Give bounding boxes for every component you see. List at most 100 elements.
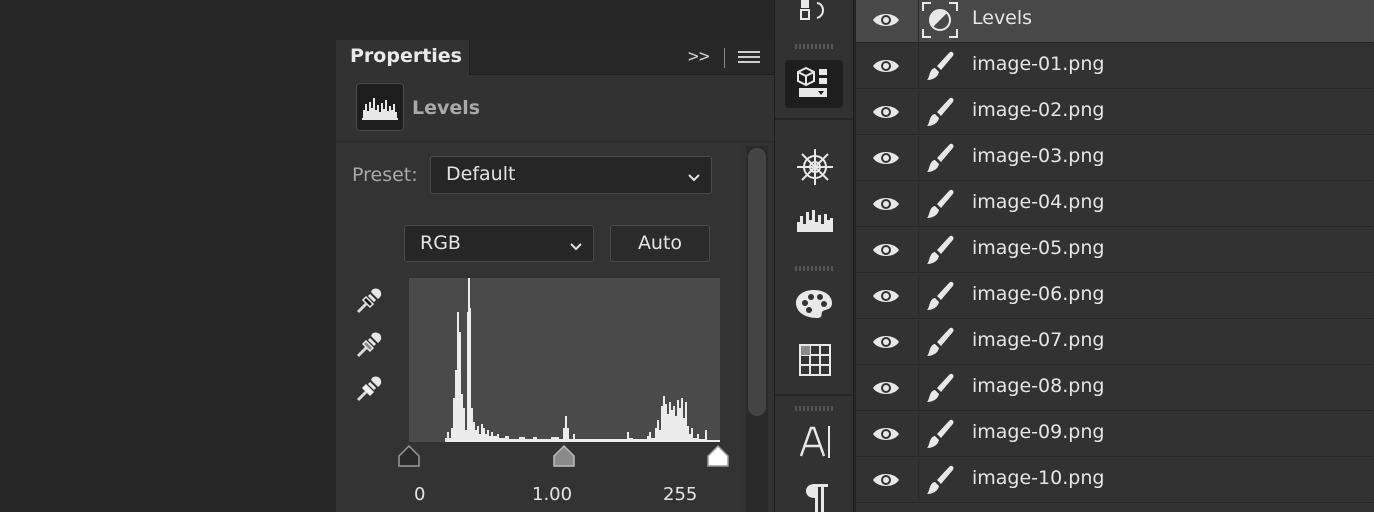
properties-header: Levels	[336, 75, 774, 142]
input-white-value[interactable]: 255	[663, 484, 697, 505]
histogram-icon[interactable]	[795, 206, 835, 238]
visibility-eye-icon[interactable]	[872, 10, 900, 34]
libraries-icon	[797, 66, 831, 106]
layer-name[interactable]: Levels	[972, 7, 1032, 29]
layer-column-divider	[918, 182, 919, 227]
layer-row[interactable]: image-09.png	[856, 412, 1374, 457]
strip-separator	[775, 118, 853, 120]
brush-layer-thumbnail-icon[interactable]	[922, 324, 958, 360]
scrollbar-thumb[interactable]	[748, 148, 766, 416]
properties-panel: Properties >> Levels Preset: Default RGB…	[336, 40, 774, 512]
layer-name[interactable]: image-10.png	[972, 467, 1104, 489]
visibility-eye-icon[interactable]	[872, 194, 900, 218]
libraries-tool-active[interactable]	[785, 60, 843, 108]
white-point-eyedropper-icon[interactable]	[354, 372, 386, 408]
layers-panel: Levels image-01.png image-02.png image-03.p…	[856, 0, 1374, 512]
tab-properties-label: Properties	[350, 45, 462, 67]
panel-menu-icon[interactable]	[738, 50, 760, 70]
layer-row[interactable]: image-07.png	[856, 320, 1374, 365]
layer-name[interactable]: image-01.png	[972, 53, 1104, 75]
brush-layer-thumbnail-icon[interactable]	[922, 416, 958, 452]
navigator-wheel-icon[interactable]	[796, 148, 834, 190]
visibility-eye-icon[interactable]	[872, 424, 900, 448]
histogram-graph	[445, 278, 720, 442]
layer-name[interactable]: image-03.png	[972, 145, 1104, 167]
white-point-slider[interactable]	[706, 444, 730, 472]
character-icon[interactable]	[799, 424, 833, 464]
properties-tab-bar: Properties >>	[336, 40, 774, 75]
visibility-eye-icon[interactable]	[872, 286, 900, 310]
panel-grip[interactable]	[795, 44, 835, 49]
layer-column-divider	[918, 320, 919, 365]
chevron-down-icon	[687, 167, 701, 189]
properties-scrollbar[interactable]	[746, 146, 768, 512]
chevron-down-icon	[569, 236, 583, 258]
visibility-eye-icon[interactable]	[872, 148, 900, 172]
paragraph-icon[interactable]	[805, 482, 829, 512]
preset-value: Default	[446, 163, 516, 185]
brush-layer-thumbnail-icon[interactable]	[922, 140, 958, 176]
auto-button[interactable]: Auto	[610, 225, 710, 262]
gamma-slider[interactable]	[552, 444, 576, 472]
layer-name[interactable]: image-08.png	[972, 375, 1104, 397]
channel-dropdown[interactable]: RGB	[404, 225, 594, 262]
visibility-eye-icon[interactable]	[872, 102, 900, 126]
layer-column-divider	[918, 44, 919, 89]
levels-adjustment-layer-icon[interactable]	[922, 2, 958, 38]
brush-layer-thumbnail-icon[interactable]	[922, 370, 958, 406]
channel-value: RGB	[420, 232, 461, 254]
panel-icon-strip	[774, 0, 854, 512]
photoshop-workspace: Properties >> Levels Preset: Default RGB…	[0, 0, 1374, 512]
layer-name[interactable]: image-09.png	[972, 421, 1104, 443]
layer-column-divider	[918, 90, 919, 135]
layer-row[interactable]: image-03.png	[856, 136, 1374, 181]
input-gamma-value[interactable]: 1.00	[532, 484, 572, 505]
gray-point-eyedropper-icon[interactable]	[354, 328, 386, 364]
layer-row[interactable]: image-08.png	[856, 366, 1374, 411]
panel-grip[interactable]	[795, 406, 835, 411]
adjustments-icon[interactable]	[799, 0, 831, 28]
strip-separator	[775, 394, 853, 396]
layer-name[interactable]: image-02.png	[972, 99, 1104, 121]
layer-name[interactable]: image-04.png	[972, 191, 1104, 213]
layer-row[interactable]: image-04.png	[856, 182, 1374, 227]
tab-properties[interactable]: Properties	[336, 40, 470, 75]
layer-name[interactable]: image-05.png	[972, 237, 1104, 259]
layer-column-divider	[918, 366, 919, 411]
preset-label: Preset:	[352, 164, 418, 186]
swatches-palette-icon[interactable]	[795, 288, 833, 324]
layer-row[interactable]: image-05.png	[856, 228, 1374, 273]
layer-row[interactable]: Levels	[856, 0, 1374, 43]
brush-layer-thumbnail-icon[interactable]	[922, 48, 958, 84]
layer-row[interactable]: image-01.png	[856, 44, 1374, 89]
tab-divider	[724, 48, 725, 68]
black-point-slider[interactable]	[397, 444, 421, 472]
visibility-eye-icon[interactable]	[872, 240, 900, 264]
input-black-value[interactable]: 0	[414, 484, 425, 505]
levels-histogram	[409, 278, 720, 442]
brush-layer-thumbnail-icon[interactable]	[922, 94, 958, 130]
collapse-panel-icon[interactable]: >>	[688, 46, 710, 67]
layer-name[interactable]: image-06.png	[972, 283, 1104, 305]
brush-layer-thumbnail-icon[interactable]	[922, 232, 958, 268]
layer-row[interactable]: image-06.png	[856, 274, 1374, 319]
visibility-eye-icon[interactable]	[872, 332, 900, 356]
layer-column-divider	[918, 458, 919, 503]
layer-column-divider	[918, 136, 919, 181]
preset-dropdown[interactable]: Default	[430, 156, 712, 194]
layer-row[interactable]: image-02.png	[856, 90, 1374, 135]
visibility-eye-icon[interactable]	[872, 56, 900, 80]
visibility-eye-icon[interactable]	[872, 470, 900, 494]
layer-column-divider	[918, 228, 919, 273]
grid-icon[interactable]	[799, 344, 831, 380]
black-point-eyedropper-icon[interactable]	[354, 284, 386, 320]
panel-grip[interactable]	[795, 266, 835, 271]
visibility-eye-icon[interactable]	[872, 378, 900, 402]
brush-layer-thumbnail-icon[interactable]	[922, 186, 958, 222]
layer-row[interactable]: image-10.png	[856, 458, 1374, 503]
brush-layer-thumbnail-icon[interactable]	[922, 462, 958, 498]
layer-column-divider	[918, 412, 919, 457]
levels-adjustment-icon	[356, 83, 404, 131]
layer-name[interactable]: image-07.png	[972, 329, 1104, 351]
brush-layer-thumbnail-icon[interactable]	[922, 278, 958, 314]
